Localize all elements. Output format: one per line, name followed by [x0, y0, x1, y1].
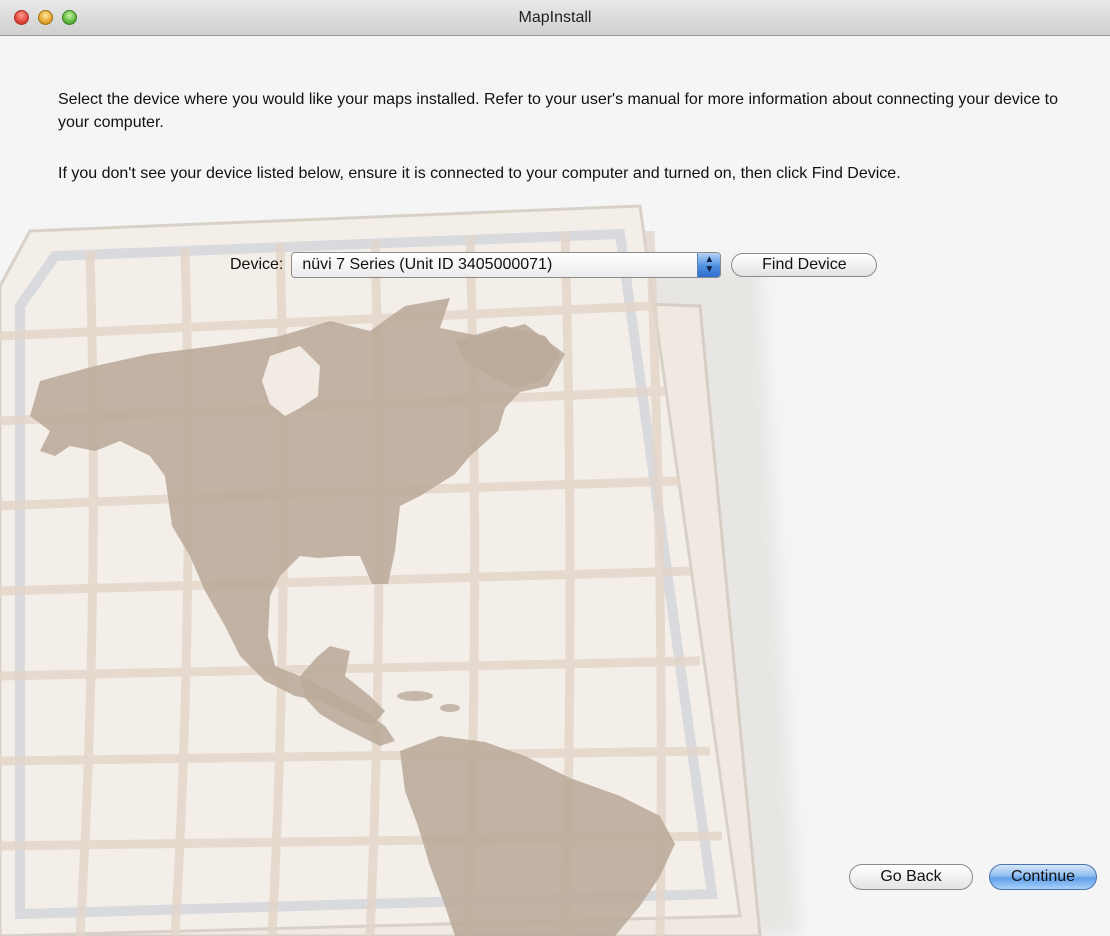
- go-back-button[interactable]: Go Back: [849, 864, 973, 890]
- device-select-dropdown[interactable]: nüvi 7 Series (Unit ID 3405000071) ▲ ▼: [291, 252, 722, 278]
- device-selection-row: Device: nüvi 7 Series (Unit ID 340500007…: [230, 250, 878, 280]
- find-device-button[interactable]: Find Device: [731, 253, 878, 277]
- window-title: MapInstall: [518, 9, 592, 26]
- content-area: Select the device where you would like y…: [0, 36, 1110, 936]
- continue-button[interactable]: Continue: [989, 864, 1097, 890]
- up-down-arrows-icon[interactable]: ▲ ▼: [697, 253, 721, 277]
- title-bar[interactable]: MapInstall: [0, 0, 1110, 36]
- instruction-text-select-device: Select the device where you would like y…: [58, 91, 1059, 131]
- instruction-text-find-device: If you don't see your device listed belo…: [58, 165, 901, 182]
- device-select-value: nüvi 7 Series (Unit ID 3405000071): [302, 256, 553, 273]
- device-label: Device:: [230, 256, 284, 273]
- mapinstall-window: MapInstall Select the device where you w…: [0, 0, 1110, 936]
